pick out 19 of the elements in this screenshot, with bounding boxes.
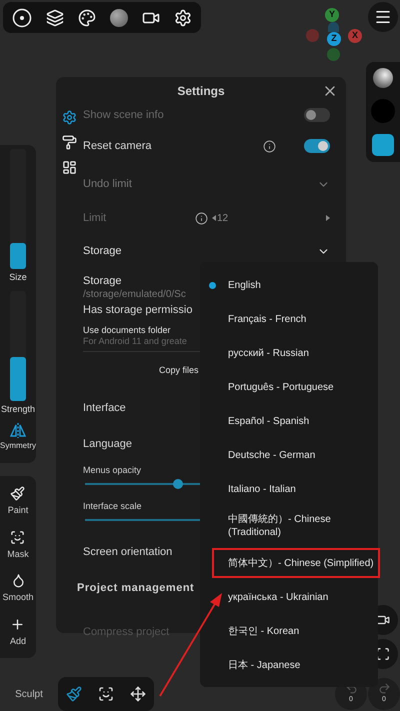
setting-label: Compress project xyxy=(83,624,170,640)
setting-label: Has storage permissio xyxy=(83,302,192,318)
setting-label: Storage xyxy=(83,274,122,288)
setting-label: Use documents folder xyxy=(83,325,172,336)
slider-label: Interface scale xyxy=(83,500,143,512)
settings-title: Settings xyxy=(177,82,225,100)
storage-path: /storage/emulated/0/Sc xyxy=(83,288,186,301)
setting-label: Show scene info xyxy=(83,108,165,123)
slider-label: Size xyxy=(9,271,27,284)
slider-label: Menus opacity xyxy=(83,464,142,476)
setting-hint: For Android 11 and greate xyxy=(83,336,188,347)
symmetry-label: Symmetry xyxy=(0,440,36,452)
section-header: Project management xyxy=(77,580,194,596)
stepper-value: 12 xyxy=(217,212,230,226)
setting-label: Screen orientation xyxy=(83,544,172,560)
setting-label: Language xyxy=(83,436,132,452)
setting-label: Reset camera xyxy=(83,138,152,154)
setting-label: Limit xyxy=(83,210,108,226)
slider-label: Strength xyxy=(0,402,36,416)
